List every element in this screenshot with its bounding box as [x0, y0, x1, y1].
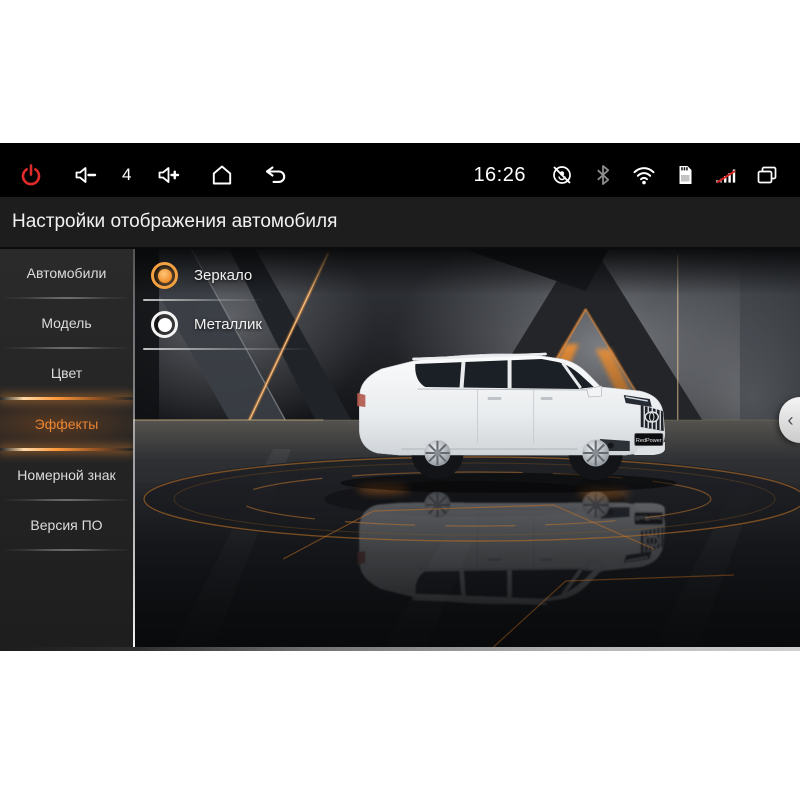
sidebar: Автомобили Модель Цвет Эффекты Номерной …: [0, 249, 133, 647]
volume-down-icon[interactable]: [72, 162, 98, 188]
chevron-left-icon: ‹: [788, 411, 794, 429]
effects-options: Зеркало Металлик: [143, 252, 403, 350]
wifi-icon: [631, 162, 657, 188]
sidebar-item-model[interactable]: Модель: [0, 299, 133, 347]
back-icon[interactable]: [263, 162, 289, 188]
title-bar: Настройки отображения автомобиля: [0, 197, 800, 247]
sidebar-item-label: Автомобили: [27, 265, 107, 281]
sidebar-item-label: Эффекты: [35, 416, 99, 432]
volume-up-icon[interactable]: [155, 162, 181, 188]
no-signal-icon: [713, 162, 739, 188]
screen-bottom-edge: [0, 647, 800, 651]
sidebar-item-software-version[interactable]: Версия ПО: [0, 501, 133, 549]
sidebar-item-color[interactable]: Цвет: [0, 349, 133, 397]
option-divider: [143, 348, 341, 350]
radio-unselected-icon[interactable]: [151, 311, 178, 338]
sidebar-item-label: Цвет: [51, 365, 82, 381]
sidebar-item-label: Модель: [41, 315, 91, 331]
sd-card-icon: [672, 162, 698, 188]
home-icon[interactable]: [209, 162, 235, 188]
volume-level: 4: [122, 165, 131, 185]
option-label: Зеркало: [194, 267, 252, 284]
sidebar-item-license-plate[interactable]: Номерной знак: [0, 451, 133, 499]
option-mirror[interactable]: Зеркало: [143, 252, 403, 299]
sidebar-item-label: Номерной знак: [17, 467, 115, 483]
option-label: Металлик: [194, 316, 262, 333]
page-title: Настройки отображения автомобиля: [12, 211, 337, 233]
car-preview-scene: RedPower: [133, 249, 800, 647]
sidebar-scene-divider: [133, 249, 135, 647]
sidebar-item-cars[interactable]: Автомобили: [0, 249, 133, 297]
mic-off-icon: [549, 162, 575, 188]
radio-selected-icon[interactable]: [151, 262, 178, 289]
option-metallic[interactable]: Металлик: [143, 301, 403, 348]
content: Автомобили Модель Цвет Эффекты Номерной …: [0, 247, 800, 647]
head-unit-screen: 4 16:26: [0, 143, 800, 651]
bluetooth-icon: [590, 162, 616, 188]
sidebar-divider: [5, 549, 128, 551]
sidebar-item-effects[interactable]: Эффекты: [0, 400, 133, 448]
recent-apps-icon[interactable]: [754, 162, 780, 188]
sidebar-item-label: Версия ПО: [30, 517, 102, 533]
power-icon[interactable]: [18, 162, 44, 188]
status-bar: 4 16:26: [0, 143, 800, 197]
clock: 16:26: [473, 164, 526, 187]
